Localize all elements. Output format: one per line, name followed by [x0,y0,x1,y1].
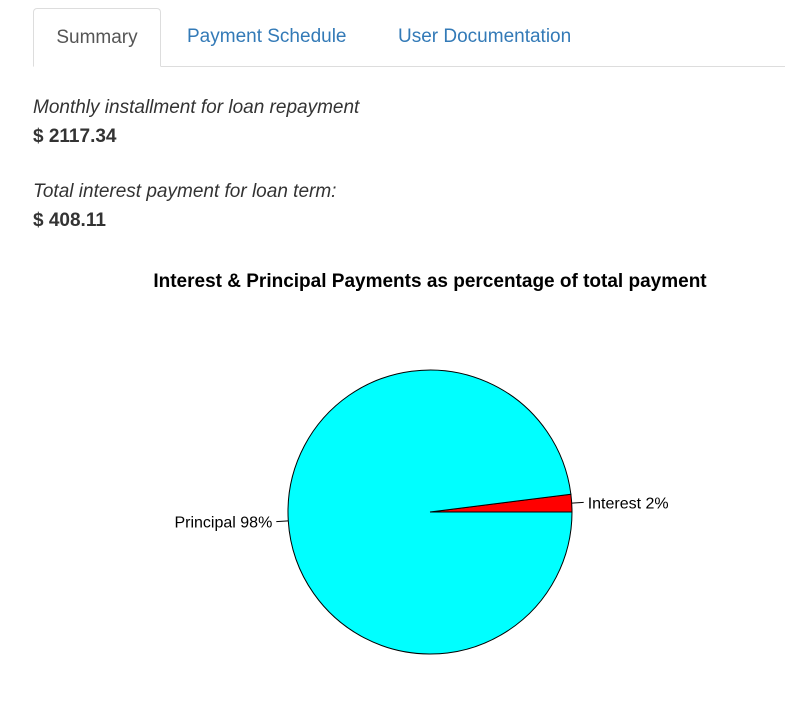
pie-label-tick [276,520,289,523]
chart-title: Interest & Principal Payments as percent… [153,271,707,292]
pie-label-tick [571,501,584,504]
pie-chart: Interest & Principal Payments as percent… [153,271,707,655]
pie-label: Principal 98% [174,515,272,532]
pie-label: Interest 2% [588,495,669,512]
pie-slice-principal [287,369,573,655]
